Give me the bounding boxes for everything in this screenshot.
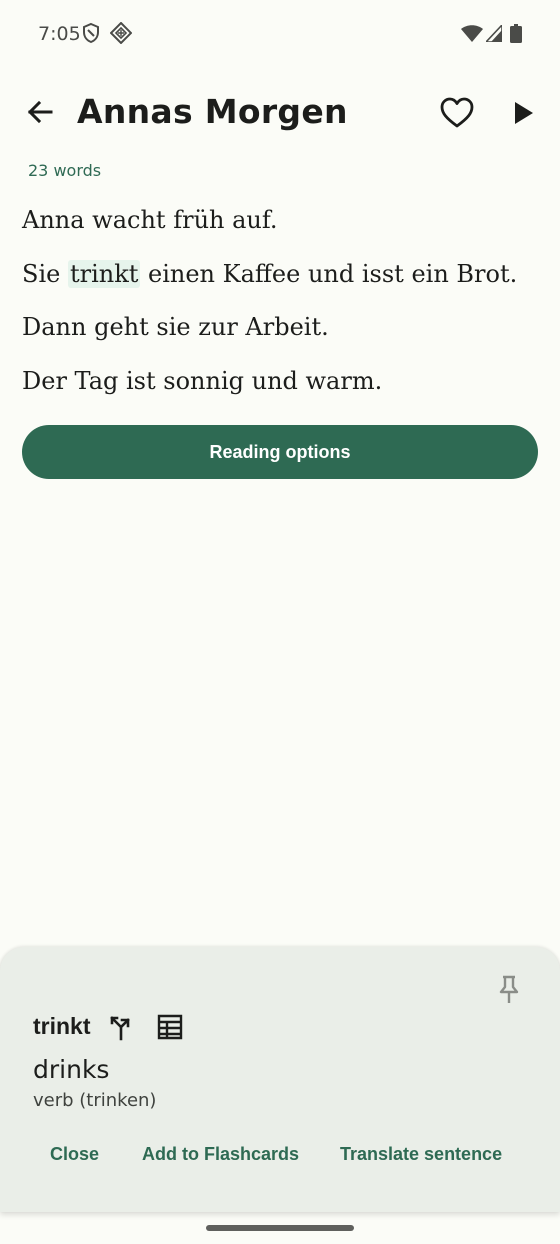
highlighted-word[interactable]: trinkt — [67, 259, 141, 288]
vpn-shield-icon — [83, 22, 99, 44]
status-bar: 7:05 — [0, 0, 560, 70]
word-count: 23 words — [28, 161, 102, 180]
story-line: Sie trinkt einen Kaffee und isst ein Bro… — [22, 254, 542, 308]
arrow-left-icon[interactable] — [22, 94, 58, 130]
story-line: Anna wacht früh auf. — [22, 200, 542, 254]
status-time: 7:05 — [38, 23, 81, 45]
close-button[interactable]: Close — [50, 1144, 99, 1165]
line-text[interactable]: Anna wacht früh auf. — [22, 206, 278, 234]
reading-options-button[interactable]: Reading options — [22, 425, 538, 479]
selected-word: trinkt — [33, 1013, 91, 1039]
table-icon[interactable] — [156, 1013, 184, 1041]
word-translation: drinks — [33, 1055, 110, 1084]
battery-icon — [510, 24, 522, 43]
sheet-actions: Close Add to Flashcards Translate senten… — [0, 1142, 560, 1172]
word-detail-sheet: trinkt drinks verb (trinken) Close Add t… — [0, 947, 560, 1212]
wifi-icon — [461, 25, 483, 42]
story-text: Anna wacht früh auf. Sie trinkt einen Ka… — [22, 200, 542, 414]
story-line: Der Tag ist sonnig und warm. — [22, 361, 542, 415]
home-gesture-bar[interactable] — [206, 1225, 354, 1231]
line-text[interactable]: Der Tag ist sonnig und warm. — [22, 367, 382, 395]
page-title: Annas Morgen — [77, 92, 348, 131]
heart-outline-icon[interactable] — [438, 94, 476, 132]
cell-signal-icon — [486, 25, 502, 42]
fork-icon[interactable] — [107, 1013, 135, 1041]
app-bar: Annas Morgen — [0, 80, 560, 144]
translate-sentence-button[interactable]: Translate sentence — [340, 1144, 502, 1165]
line-text[interactable]: einen Kaffee und isst ein Brot. — [140, 260, 517, 288]
story-line: Dann geht sie zur Arbeit. — [22, 307, 542, 361]
pin-icon[interactable] — [494, 973, 524, 1005]
app-notification-icon — [110, 22, 132, 44]
line-text[interactable]: Dann geht sie zur Arbeit. — [22, 313, 329, 341]
play-icon[interactable] — [508, 98, 538, 128]
add-to-flashcards-button[interactable]: Add to Flashcards — [142, 1144, 299, 1165]
part-of-speech: verb (trinken) — [33, 1090, 157, 1111]
line-text[interactable]: Sie — [22, 260, 68, 288]
